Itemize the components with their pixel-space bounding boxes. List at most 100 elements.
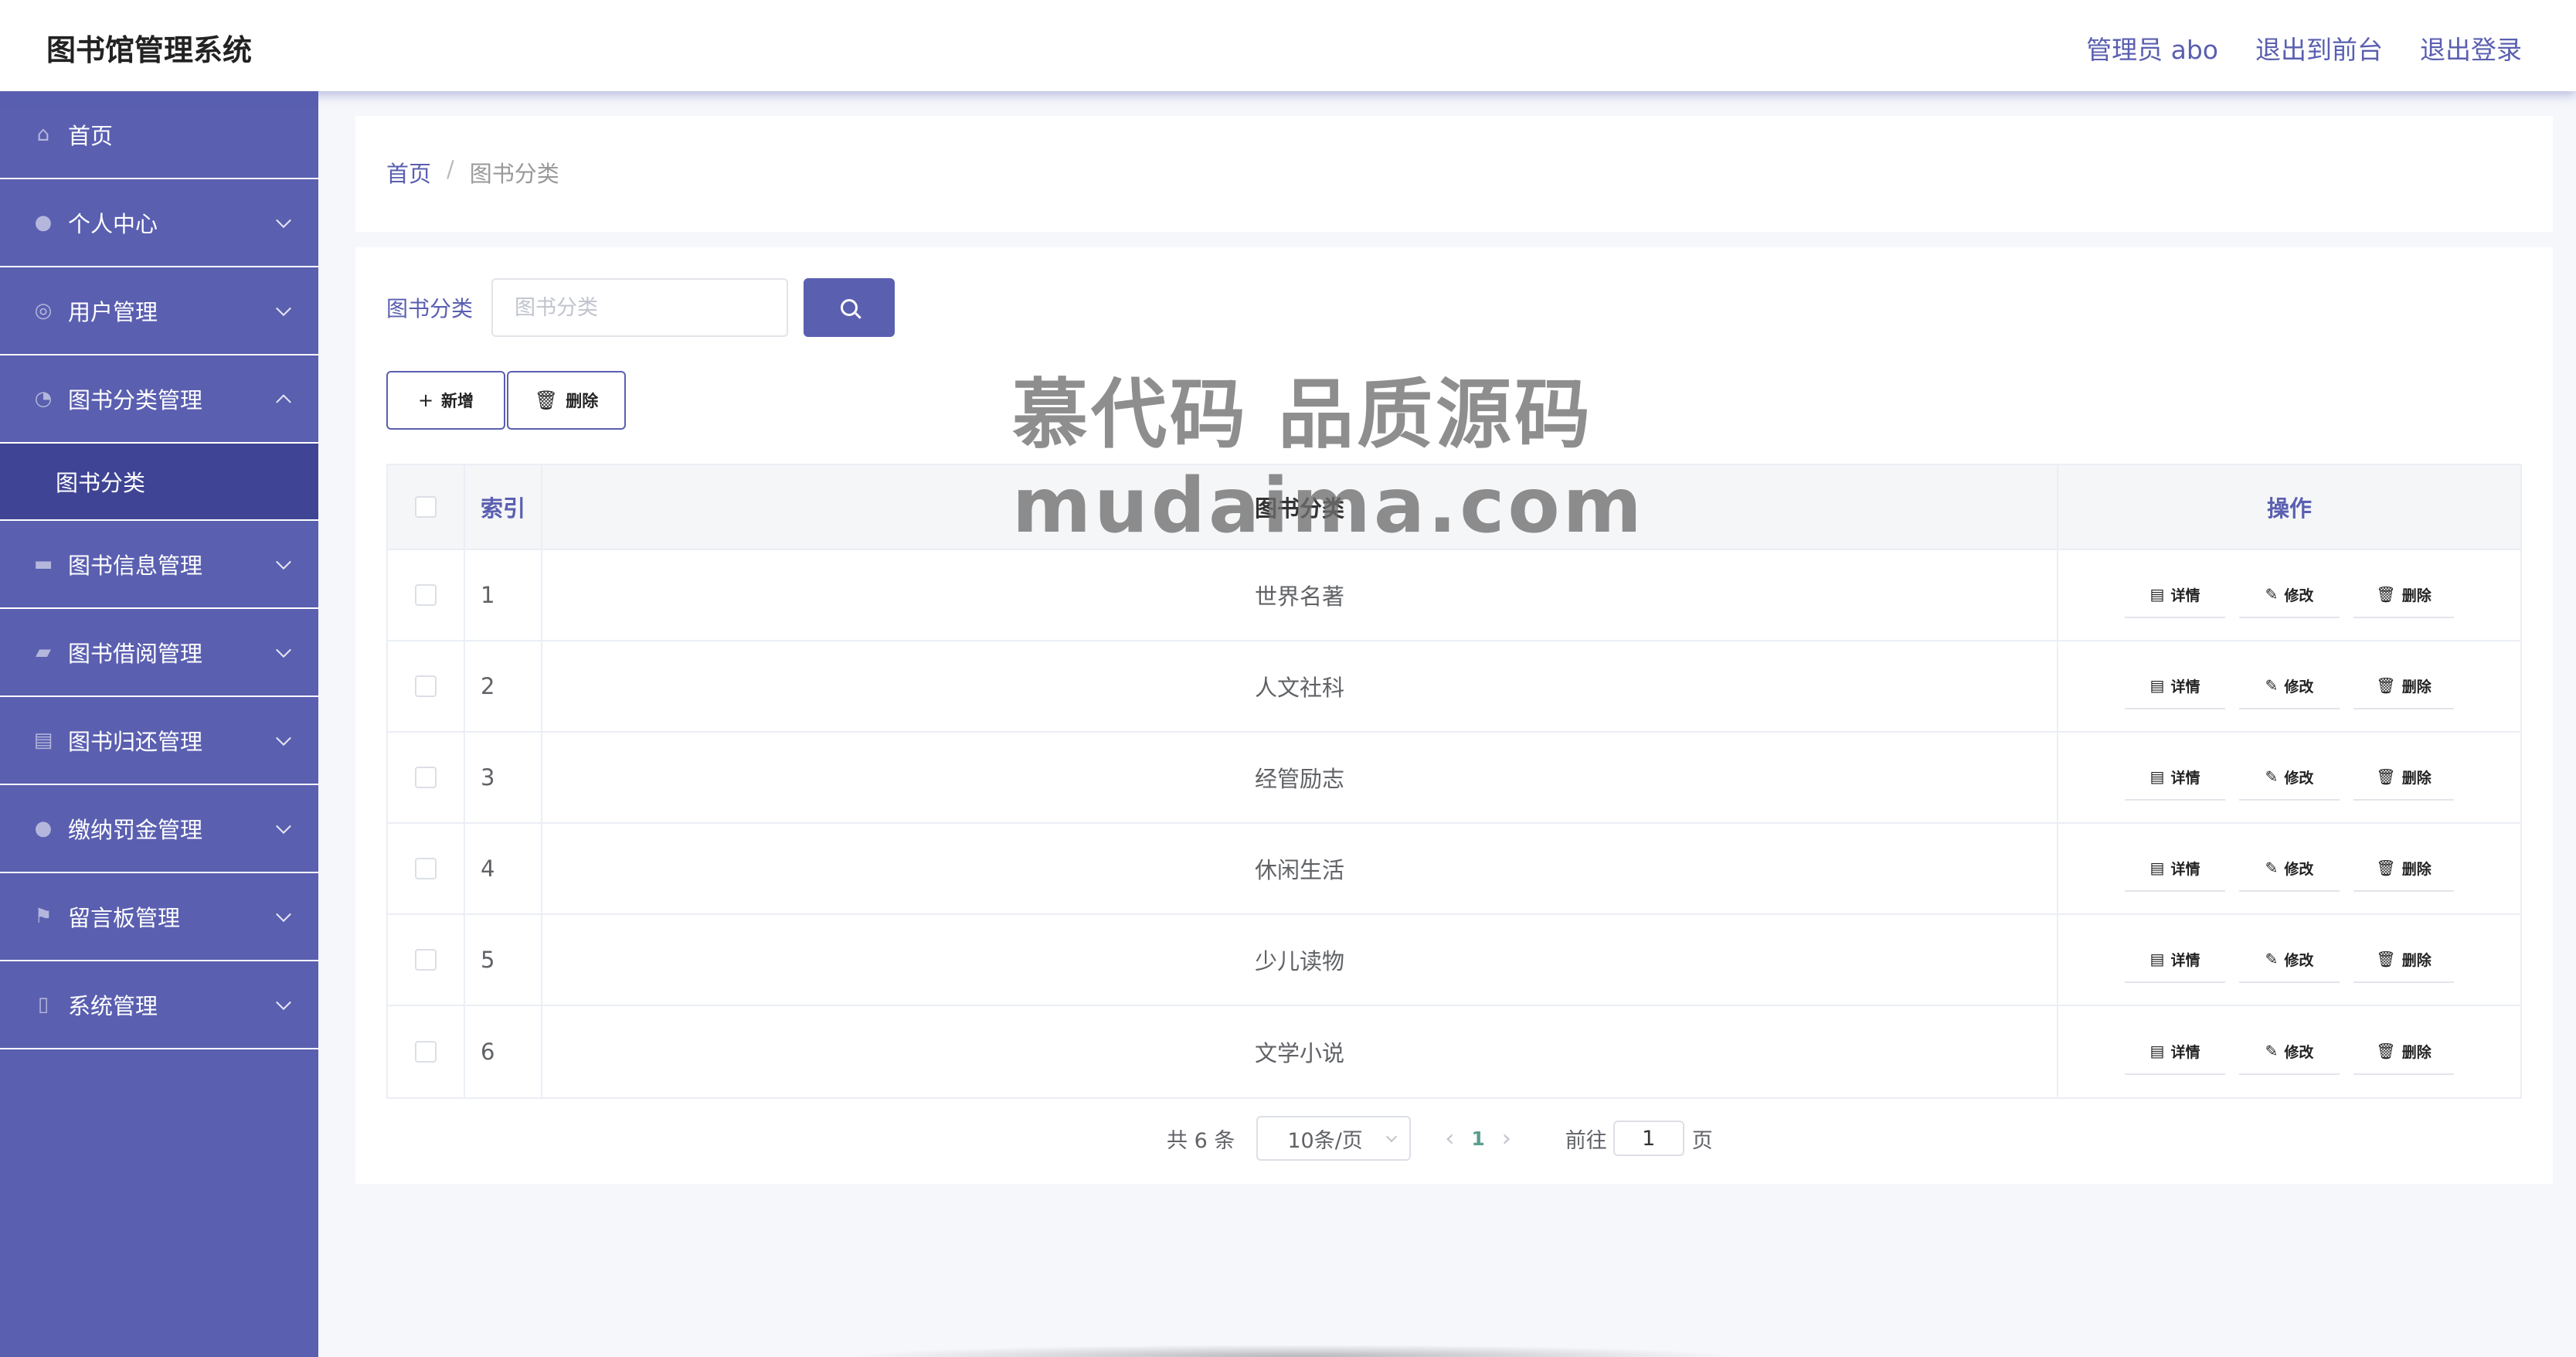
header-checkbox-cell	[388, 465, 465, 549]
row-checkbox[interactable]	[415, 858, 437, 879]
chevron-down-icon	[276, 642, 291, 658]
sidebar-item-label: 缴纳罚金管理	[68, 817, 203, 843]
delete-button[interactable]: 🗑 删除	[2353, 937, 2454, 983]
edit-button-label: 修改	[2284, 769, 2314, 787]
select-all-checkbox[interactable]	[415, 496, 437, 518]
chevron-down-icon	[276, 554, 291, 570]
edit-button[interactable]: ✎ 修改	[2239, 1029, 2340, 1075]
pagination: 共 6 条 10条/页 ‹ 1 › 前往 页	[1167, 1116, 1713, 1161]
logout-link[interactable]: 退出登录	[2420, 29, 2522, 66]
edit-button[interactable]: ✎ 修改	[2239, 937, 2340, 983]
row-checkbox[interactable]	[415, 1041, 437, 1063]
page-number-current[interactable]: 1	[1471, 1127, 1484, 1150]
breadcrumb-home[interactable]: 首页	[386, 156, 431, 189]
delete-button[interactable]: 🗑 删除	[2353, 572, 2454, 618]
row-checkbox[interactable]	[415, 949, 437, 971]
edit-button[interactable]: ✎ 修改	[2239, 663, 2340, 709]
sidebar-item-borrow[interactable]: ▰ 图书借阅管理	[0, 609, 318, 697]
table-header-row: 索引 图书分类 操作	[388, 465, 2520, 550]
row-checkbox-cell	[388, 1006, 465, 1097]
row-checkbox-cell	[388, 641, 465, 731]
sidebar-item-category-management[interactable]: ◔ 图书分类管理	[0, 355, 318, 444]
sidebar-item-fines[interactable]: ● 缴纳罚金管理	[0, 785, 318, 873]
table-row: 5 少儿读物 ▤ 详情 ✎ 修改 🗑 删除	[388, 915, 2520, 1006]
detail-button-label: 详情	[2170, 951, 2200, 969]
sidebar-item-label: 留言板管理	[68, 905, 181, 931]
detail-button[interactable]: ▤ 详情	[2125, 572, 2225, 618]
lifebuoy-icon: ◎	[34, 299, 53, 322]
sidebar-item-label: 系统管理	[68, 993, 158, 1019]
search-button[interactable]	[804, 278, 895, 337]
cell-index: 1	[465, 550, 542, 640]
detail-button[interactable]: ▤ 详情	[2125, 845, 2225, 892]
home-icon: ⌂	[36, 123, 50, 146]
add-button[interactable]: + 新增	[386, 371, 505, 430]
sidebar-item-label: 图书归还管理	[68, 729, 203, 755]
table-row: 2 人文社科 ▤ 详情 ✎ 修改 🗑 删除	[388, 641, 2520, 733]
sidebar-item-label: 用户管理	[68, 299, 158, 325]
table-body: 1 世界名著 ▤ 详情 ✎ 修改 🗑 删除 2 人文社科 ▤ 详情 ✎ 修改 🗑 删除 3 经管励志 ▤ 详情 ✎ 修改 🗑…	[388, 550, 2520, 1097]
search-input[interactable]	[491, 278, 789, 337]
sidebar-item-personal-center[interactable]: ● 个人中心	[0, 179, 318, 267]
cell-index: 6	[465, 1006, 542, 1097]
detail-button[interactable]: ▤ 详情	[2125, 1029, 2225, 1075]
sidebar-item-home[interactable]: ⌂ 首页	[0, 91, 318, 179]
exit-to-frontend-link[interactable]: 退出到前台	[2255, 29, 2383, 66]
briefcase-icon: ▤	[33, 729, 53, 752]
chevron-down-icon	[276, 301, 291, 317]
pagination-total: 共 6 条	[1167, 1128, 1235, 1153]
header-links: 管理员 abo 退出到前台 退出登录	[2086, 29, 2522, 66]
cell-index: 4	[465, 824, 542, 913]
row-checkbox-cell	[388, 550, 465, 640]
sidebar-item-user-management[interactable]: ◎ 用户管理	[0, 267, 318, 355]
row-checkbox[interactable]	[415, 675, 437, 697]
delete-button[interactable]: 🗑 删除	[2353, 663, 2454, 709]
sidebar-item-system[interactable]: ▯ 系统管理	[0, 961, 318, 1049]
batch-delete-button[interactable]: 🗑 删除	[507, 371, 626, 430]
sidebar-item-return[interactable]: ▤ 图书归还管理	[0, 697, 318, 785]
pencil-icon: ✎	[2265, 585, 2279, 604]
chevron-down-icon	[1386, 1131, 1398, 1143]
detail-button-label: 详情	[2170, 1043, 2200, 1061]
main-content-card: 图书分类 + 新增 🗑 删除 索引 图书分类 操作 1世界名著▤详情✎修改🗑删除…	[355, 247, 2553, 1184]
detail-button[interactable]: ▤ 详情	[2125, 937, 2225, 983]
admin-user-link[interactable]: 管理员 abo	[2086, 29, 2218, 66]
row-checkbox-cell	[388, 915, 465, 1005]
cell-index: 5	[465, 915, 542, 1005]
column-header-category: 图书分类	[542, 465, 2058, 549]
sidebar-subitem-book-category[interactable]: 图书分类	[0, 444, 318, 521]
cell-operations: ▤ 详情 ✎ 修改 🗑 删除	[2058, 550, 2520, 640]
row-checkbox-cell	[388, 824, 465, 913]
chevron-down-icon	[276, 995, 291, 1011]
edit-button[interactable]: ✎ 修改	[2239, 572, 2340, 618]
detail-button-label: 详情	[2170, 678, 2200, 696]
delete-button[interactable]: 🗑 删除	[2353, 845, 2454, 892]
chevron-up-icon	[276, 394, 291, 410]
page-size-select[interactable]: 10条/页	[1256, 1116, 1412, 1161]
top-header: 图书馆管理系统 管理员 abo 退出到前台 退出登录	[0, 0, 2576, 91]
delete-button-label: 删除	[2401, 860, 2432, 878]
edit-button[interactable]: ✎ 修改	[2239, 754, 2340, 801]
sidebar: ⌂ 首页 ● 个人中心 ◎ 用户管理 ◔ 图书分类管理 图书分类 ▬ 图书信息管…	[0, 91, 318, 1357]
chevron-down-icon	[276, 213, 291, 229]
next-page-button[interactable]: ›	[1502, 1125, 1511, 1152]
goto-page-input[interactable]	[1613, 1121, 1684, 1156]
phone-icon: ▯	[37, 993, 49, 1016]
sidebar-subitem-label: 图书分类	[56, 470, 146, 496]
prev-page-button[interactable]: ‹	[1445, 1125, 1454, 1152]
plus-icon: +	[417, 389, 434, 411]
edit-button[interactable]: ✎ 修改	[2239, 845, 2340, 892]
row-checkbox[interactable]	[415, 584, 437, 606]
cell-operations: ▤ 详情 ✎ 修改 🗑 删除	[2058, 915, 2520, 1005]
delete-button-label: 删除	[2401, 678, 2432, 696]
detail-button[interactable]: ▤ 详情	[2125, 663, 2225, 709]
sidebar-item-book-info[interactable]: ▬ 图书信息管理	[0, 521, 318, 609]
row-checkbox[interactable]	[415, 767, 437, 788]
column-header-index: 索引	[465, 465, 542, 549]
cell-category-name: 人文社科	[542, 641, 2058, 731]
search-label: 图书分类	[386, 296, 474, 321]
detail-button[interactable]: ▤ 详情	[2125, 754, 2225, 801]
delete-button[interactable]: 🗑 删除	[2353, 1029, 2454, 1075]
delete-button[interactable]: 🗑 删除	[2353, 754, 2454, 801]
sidebar-item-message-board[interactable]: ⚑ 留言板管理	[0, 873, 318, 961]
